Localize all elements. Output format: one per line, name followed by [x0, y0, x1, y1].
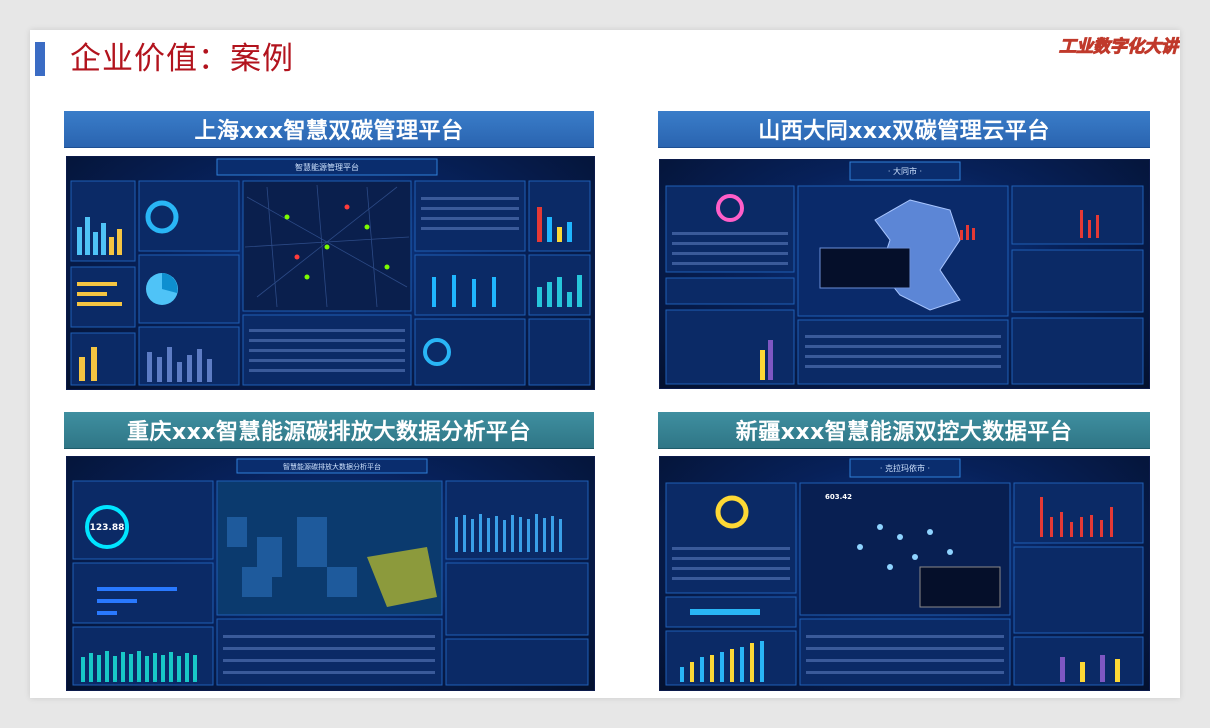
slide: 企业价值：案例 工业数字化大讲 上海xxx智慧双碳管理平台 智慧能源管理平台 山…	[30, 30, 1180, 698]
energy-total-value: 603.42	[825, 493, 852, 501]
dashboard-screenshot-chongqing: 智慧能源碳排放大数据分析平台 123.88	[66, 456, 595, 691]
screen-title: · 克拉玛依市 ·	[880, 463, 930, 473]
screen-title: 智慧能源碳排放大数据分析平台	[283, 462, 381, 471]
title-accent-bar	[35, 42, 45, 76]
screen-title: 智慧能源管理平台	[295, 162, 359, 172]
case-title-chongqing: 重庆xxx智慧能源碳排放大数据分析平台	[64, 412, 594, 449]
case-title-xinjiang: 新疆xxx智慧能源双控大数据平台	[658, 412, 1150, 449]
case-title-datong: 山西大同xxx双碳管理云平台	[658, 111, 1150, 148]
dashboard-screenshot-shanghai: 智慧能源管理平台	[66, 156, 595, 390]
brand-logo: 工业数字化大讲	[1059, 37, 1179, 58]
screen-title: · 大同市 ·	[888, 166, 922, 176]
carbon-total-value: 123.88	[90, 523, 125, 533]
dashboard-screenshot-xinjiang: · 克拉玛依市 · 603.42	[659, 456, 1150, 691]
dashboard-screenshot-datong: · 大同市 ·	[659, 159, 1150, 389]
case-title-shanghai: 上海xxx智慧双碳管理平台	[64, 111, 594, 148]
slide-title: 企业价值：案例	[70, 41, 294, 77]
